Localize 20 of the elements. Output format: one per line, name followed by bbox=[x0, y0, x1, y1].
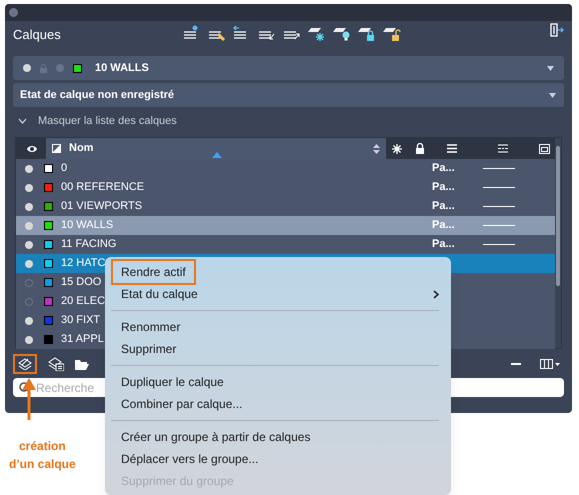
plot-style: Pa... bbox=[432, 218, 456, 234]
layer-name: 11 FACING bbox=[61, 237, 116, 252]
layer-state-value: Etat de calque non enregistré bbox=[20, 88, 176, 103]
layer-name: 12 HATC bbox=[61, 256, 106, 272]
layer-name: 00 REFERENCE bbox=[61, 180, 144, 196]
current-layer-name: 10 WALLS bbox=[95, 60, 150, 76]
layer-name: 10 WALLS bbox=[61, 218, 114, 234]
plot-style: Pa... bbox=[432, 237, 456, 252]
layer-name: 15 DOO bbox=[61, 275, 102, 290]
plot-style: Pa... bbox=[432, 199, 456, 214]
annotation-text: d’un calque bbox=[9, 456, 76, 473]
annotation-text: création bbox=[19, 438, 66, 455]
plot-style: Pa... bbox=[432, 161, 456, 176]
layer-name: 31 APPL bbox=[61, 332, 104, 348]
layer-name: 0 bbox=[61, 161, 68, 176]
layer-name: 01 VIEWPORTS bbox=[61, 199, 142, 214]
layer-name: 30 FIXT bbox=[61, 313, 100, 328]
panel-title: Calques bbox=[13, 26, 62, 44]
layer-name: 20 ELEC bbox=[61, 294, 106, 310]
plot-style: Pa... bbox=[432, 180, 456, 196]
